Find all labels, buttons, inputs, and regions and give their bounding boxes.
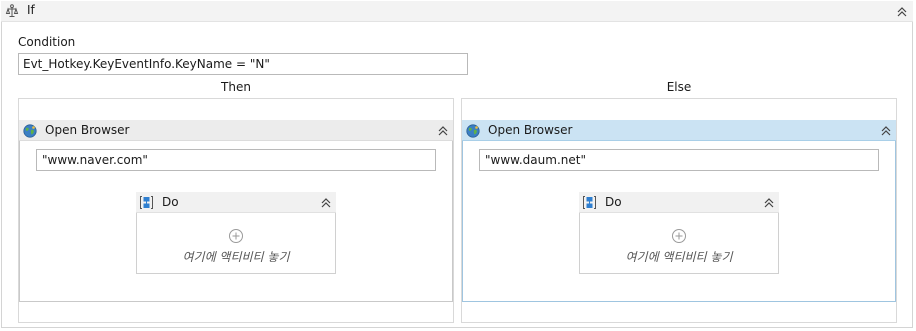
- then-label: Then: [221, 80, 251, 94]
- else-url-input[interactable]: "www.daum.net": [479, 149, 879, 171]
- then-open-browser-title: Open Browser: [45, 123, 130, 137]
- sequence-icon: [140, 196, 153, 209]
- else-label: Else: [666, 80, 692, 94]
- globe-icon: [466, 124, 480, 138]
- collapse-then-browser-icon[interactable]: [437, 125, 449, 137]
- collapse-if-icon[interactable]: [896, 6, 908, 18]
- then-drop-hint: 여기에 액티비티 놓기: [182, 250, 290, 264]
- then-url-input[interactable]: "www.naver.com": [36, 149, 436, 171]
- then-do-title: Do: [162, 195, 179, 209]
- plus-circle-icon[interactable]: [671, 228, 687, 244]
- sequence-icon: [583, 196, 596, 209]
- globe-icon: [23, 124, 37, 138]
- collapse-then-do-icon[interactable]: [320, 197, 332, 209]
- condition-input[interactable]: Evt_Hotkey.KeyEventInfo.KeyName = "N": [18, 53, 468, 75]
- else-do-title: Do: [605, 195, 622, 209]
- if-header[interactable]: [1, 1, 913, 22]
- collapse-else-browser-icon[interactable]: [880, 125, 892, 137]
- condition-label: Condition: [18, 35, 76, 49]
- else-open-browser-title: Open Browser: [488, 123, 573, 137]
- collapse-else-do-icon[interactable]: [763, 197, 775, 209]
- plus-circle-icon[interactable]: [228, 228, 244, 244]
- if-activity-icon: [5, 4, 19, 17]
- if-title: If: [27, 3, 35, 17]
- else-drop-hint: 여기에 액티비티 놓기: [625, 250, 733, 264]
